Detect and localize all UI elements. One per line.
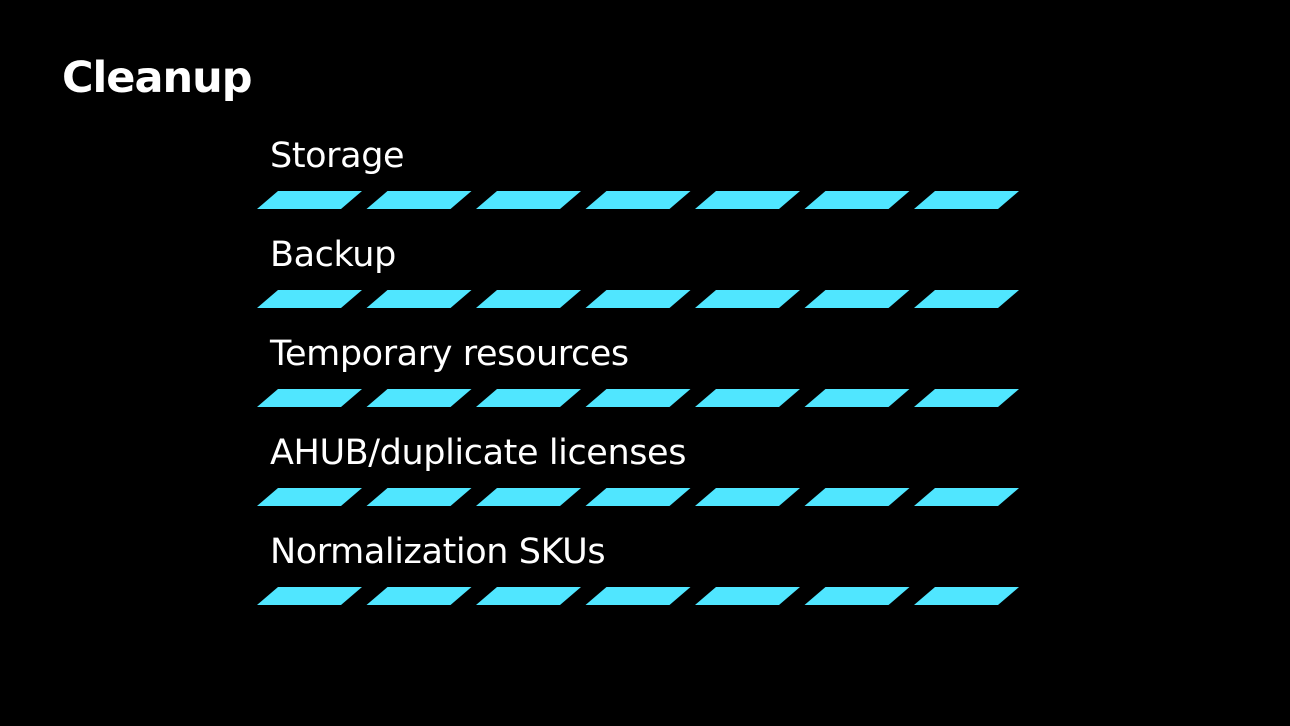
- segmented-bar: [257, 191, 1019, 209]
- bar-segment: [695, 389, 800, 407]
- item-label: Temporary resources: [270, 334, 629, 374]
- cleanup-item-ahub-licenses: AHUB/duplicate licenses: [257, 429, 1037, 528]
- item-label: Backup: [270, 235, 396, 275]
- bar-segment: [257, 290, 362, 308]
- bar-segment: [585, 488, 691, 506]
- bar-segment: [257, 587, 362, 605]
- segmented-bar: [257, 587, 1019, 605]
- bar-segment: [366, 191, 472, 209]
- segmented-bar: [257, 389, 1019, 407]
- bar-segment: [914, 191, 1019, 209]
- bar-segment: [585, 587, 691, 605]
- bar-segment: [695, 488, 800, 506]
- bar-segment: [914, 488, 1019, 506]
- cleanup-item-temporary-resources: Temporary resources: [257, 330, 1037, 429]
- bar-segment: [804, 191, 910, 209]
- bar-segment: [804, 389, 910, 407]
- segmented-bar: [257, 290, 1019, 308]
- cleanup-item-list: Storage Backup Temporary resources AHUB/…: [257, 132, 1037, 627]
- bar-segment: [804, 587, 910, 605]
- bar-segment: [476, 191, 581, 209]
- item-label: Storage: [270, 136, 405, 176]
- bar-segment: [366, 587, 472, 605]
- slide-title: Cleanup: [62, 53, 252, 103]
- bar-segment: [476, 389, 581, 407]
- bar-segment: [914, 290, 1019, 308]
- bar-segment: [695, 587, 800, 605]
- bar-segment: [476, 587, 581, 605]
- item-label: Normalization SKUs: [270, 532, 606, 572]
- segmented-bar: [257, 488, 1019, 506]
- cleanup-item-storage: Storage: [257, 132, 1037, 231]
- bar-segment: [914, 389, 1019, 407]
- bar-segment: [585, 290, 691, 308]
- bar-segment: [257, 389, 362, 407]
- bar-segment: [366, 290, 472, 308]
- bar-segment: [585, 191, 691, 209]
- bar-segment: [914, 587, 1019, 605]
- cleanup-item-normalization-skus: Normalization SKUs: [257, 528, 1037, 627]
- item-label: AHUB/duplicate licenses: [270, 433, 687, 473]
- bar-segment: [804, 488, 910, 506]
- bar-segment: [257, 191, 362, 209]
- cleanup-item-backup: Backup: [257, 231, 1037, 330]
- bar-segment: [695, 290, 800, 308]
- bar-segment: [585, 389, 691, 407]
- bar-segment: [476, 290, 581, 308]
- bar-segment: [366, 488, 472, 506]
- bar-segment: [257, 488, 362, 506]
- bar-segment: [804, 290, 910, 308]
- bar-segment: [476, 488, 581, 506]
- bar-segment: [695, 191, 800, 209]
- bar-segment: [366, 389, 472, 407]
